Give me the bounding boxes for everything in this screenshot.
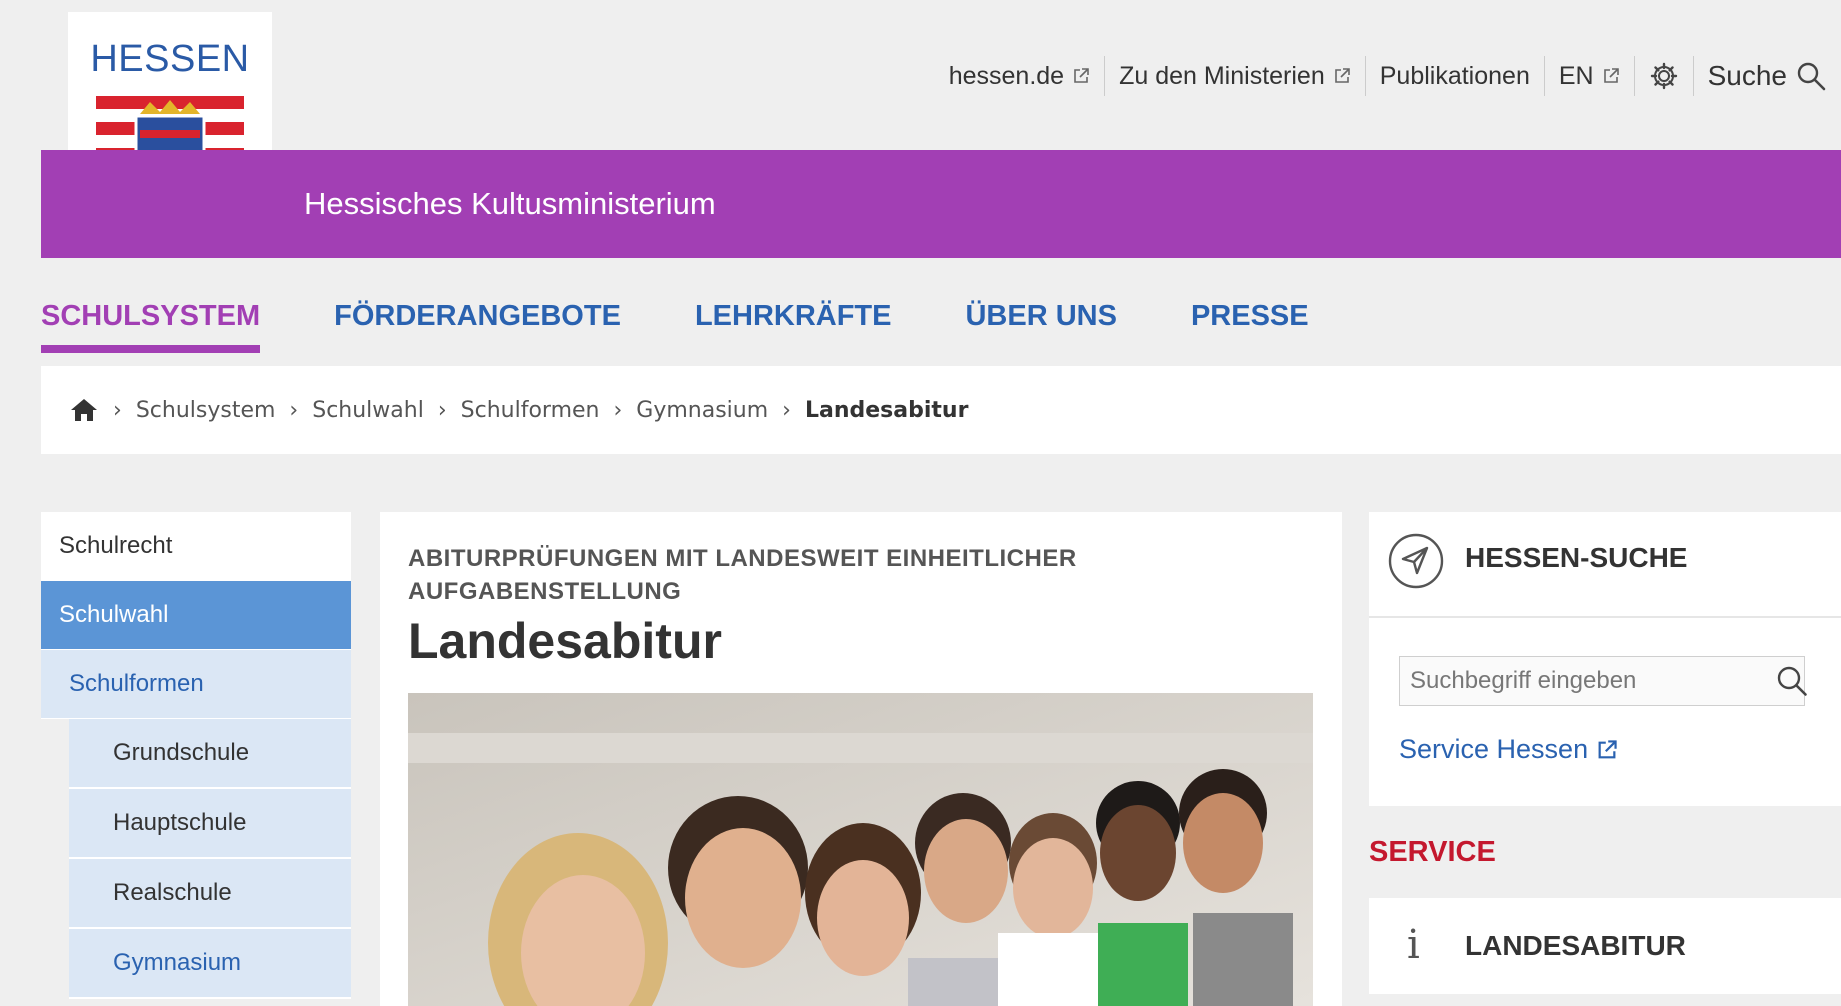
gear-icon bbox=[1650, 62, 1677, 90]
search-icon bbox=[1797, 62, 1826, 91]
sidebar-item-schulwahl[interactable]: Schulwahl bbox=[41, 581, 351, 650]
paper-plane-icon bbox=[1388, 533, 1444, 589]
hero-image bbox=[408, 693, 1313, 1006]
nav-item-presse[interactable]: PRESSE bbox=[1191, 300, 1309, 353]
utility-link-publikationen[interactable]: Publikationen bbox=[1364, 56, 1544, 96]
utility-bar: hessen.de Zu den Ministerien Publikation… bbox=[935, 56, 1841, 96]
sidebar-item-schulrecht[interactable]: Schulrecht bbox=[41, 512, 351, 581]
chevron-right-icon: › bbox=[113, 397, 122, 423]
external-link-icon bbox=[1603, 68, 1619, 83]
home-icon[interactable] bbox=[69, 397, 99, 423]
article-kicker: ABITURPRÜFUNGEN MIT LANDESWEIT EINHEITLI… bbox=[408, 545, 1077, 605]
service-card-title: LANDESABITUR bbox=[1465, 930, 1686, 961]
nav-item-ueber-uns[interactable]: ÜBER UNS bbox=[965, 300, 1116, 353]
nav-item-schulsystem[interactable]: SCHULSYSTEM bbox=[41, 300, 261, 353]
search-toggle-button[interactable]: Suche bbox=[1692, 56, 1841, 96]
utility-link-label: Zu den Ministerien bbox=[1119, 61, 1325, 90]
page-title: Landesabitur bbox=[408, 613, 722, 669]
breadcrumb: › Schulsystem › Schulwahl › Schulformen … bbox=[41, 366, 1841, 454]
breadcrumb-item-schulformen[interactable]: Schulformen bbox=[461, 398, 600, 423]
search-toggle-label: Suche bbox=[1707, 60, 1787, 91]
hessen-search-header: HESSEN-SUCHE bbox=[1369, 512, 1841, 618]
nav-item-foerderangebote[interactable]: FÖRDERANGEBOTE bbox=[334, 300, 621, 353]
breadcrumb-item-schulsystem[interactable]: Schulsystem bbox=[136, 398, 276, 423]
sidebar-item-gymnasium[interactable]: Gymnasium bbox=[69, 929, 351, 999]
sidebar-navigation: Schulrecht Schulwahl Schulformen Grundsc… bbox=[41, 512, 351, 999]
breadcrumb-item-schulwahl[interactable]: Schulwahl bbox=[312, 398, 424, 423]
chevron-right-icon: › bbox=[782, 397, 791, 423]
utility-link-ministerien[interactable]: Zu den Ministerien bbox=[1104, 56, 1365, 96]
chevron-right-icon: › bbox=[289, 397, 299, 423]
search-icon[interactable] bbox=[1775, 664, 1809, 698]
settings-button[interactable] bbox=[1633, 56, 1693, 96]
hessen-search-title: HESSEN-SUCHE bbox=[1465, 542, 1688, 573]
utility-link-label: Publikationen bbox=[1379, 61, 1530, 90]
breadcrumb-item-gymnasium[interactable]: Gymnasium bbox=[636, 398, 768, 423]
sidebar-item-schulformen[interactable]: Schulformen bbox=[41, 650, 351, 719]
chevron-right-icon: › bbox=[613, 397, 623, 423]
utility-link-en[interactable]: EN bbox=[1543, 56, 1634, 96]
external-link-icon bbox=[1598, 739, 1617, 758]
breadcrumb-current: Landesabitur bbox=[804, 397, 969, 423]
utility-link-label: hessen.de bbox=[948, 61, 1065, 90]
sidebar-item-realschule[interactable]: Realschule bbox=[69, 859, 351, 929]
main-navigation: SCHULSYSTEM FÖRDERANGEBOTE LEHRKRÄFTE ÜB… bbox=[41, 300, 1383, 353]
nav-item-lehrkraefte[interactable]: LEHRKRÄFTE bbox=[695, 300, 892, 353]
external-link-icon bbox=[1334, 68, 1350, 83]
service-heading: SERVICE bbox=[1369, 836, 1496, 868]
sidebar-item-grundschule[interactable]: Grundschule bbox=[69, 719, 351, 789]
sidebar-item-hauptschule[interactable]: Hauptschule bbox=[69, 789, 351, 859]
service-hessen-link[interactable]: Service Hessen bbox=[1399, 734, 1618, 765]
service-hessen-label: Service Hessen bbox=[1399, 734, 1589, 764]
chevron-right-icon: › bbox=[437, 397, 447, 423]
utility-link-label: EN bbox=[1558, 61, 1594, 90]
search-input[interactable] bbox=[1399, 656, 1805, 706]
article: ABITURPRÜFUNGEN MIT LANDESWEIT EINHEITLI… bbox=[380, 512, 1342, 1006]
external-link-icon bbox=[1074, 68, 1089, 83]
utility-link-hessen-de[interactable]: hessen.de bbox=[935, 56, 1104, 96]
logo-text: HESSEN bbox=[90, 38, 250, 80]
info-icon: i bbox=[1407, 922, 1420, 968]
service-card-landesabitur[interactable]: i LANDESABITUR bbox=[1369, 898, 1841, 994]
hessen-search-box: HESSEN-SUCHE Service Hessen bbox=[1369, 512, 1841, 806]
ministry-title[interactable]: Hessisches Kultusministerium bbox=[304, 186, 716, 222]
